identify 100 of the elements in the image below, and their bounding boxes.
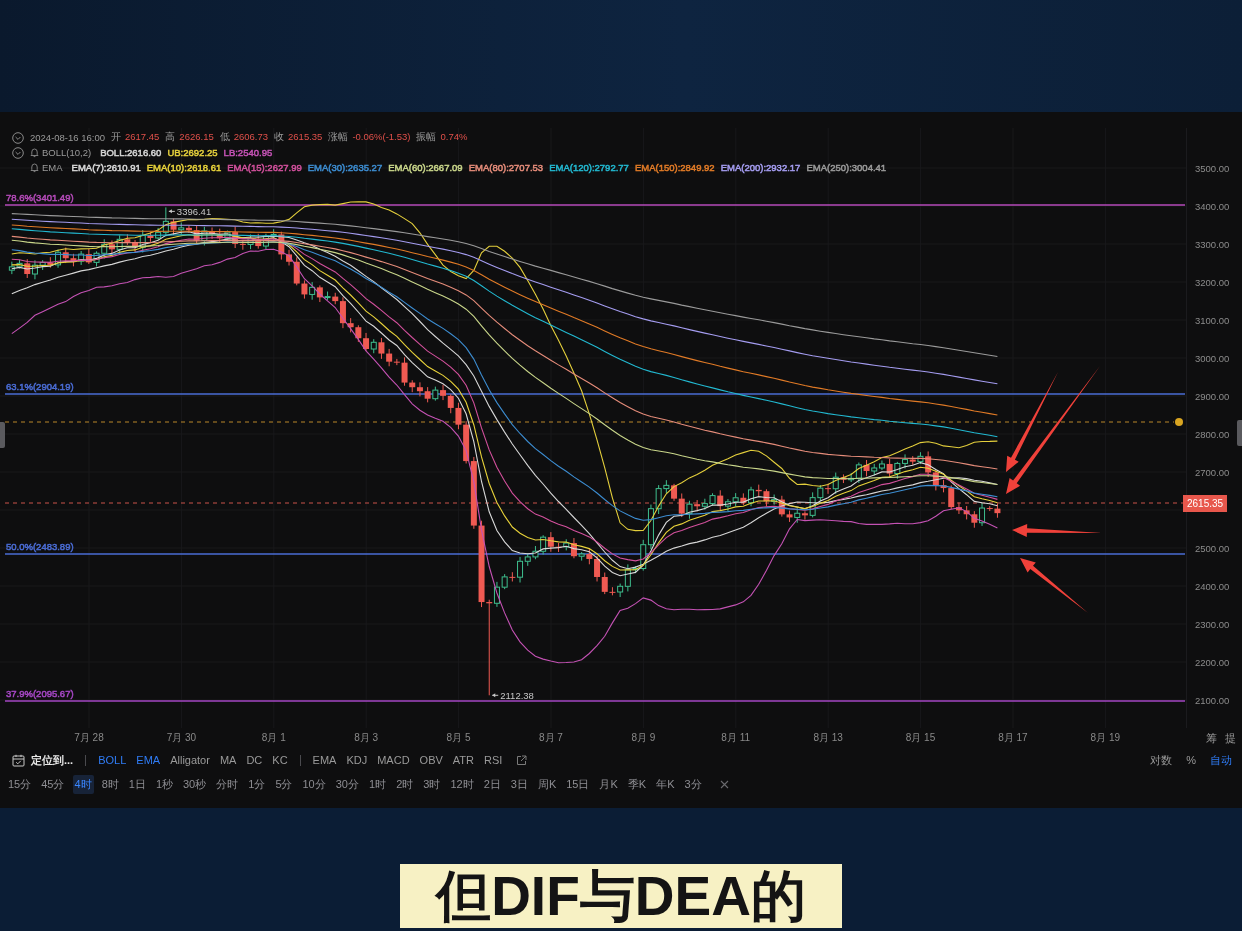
price-axis-label: 3200.00 bbox=[1194, 276, 1230, 288]
price-axis-label: 3500.00 bbox=[1194, 162, 1230, 174]
fibonacci-level-label: 50.0%(2483.89) bbox=[6, 541, 74, 552]
price-axis-label: 2300.00 bbox=[1194, 618, 1230, 630]
indicator-name: BOLL(10,2) bbox=[42, 147, 92, 158]
alert-marker-icon[interactable] bbox=[1175, 418, 1183, 426]
interval-tab[interactable]: 月K bbox=[597, 774, 620, 794]
indicator-tab[interactable]: ATR bbox=[452, 754, 474, 766]
interval-tab[interactable]: 1时 bbox=[367, 774, 389, 794]
quote-label: 低 bbox=[219, 131, 230, 144]
external-link-icon[interactable] bbox=[516, 754, 528, 766]
indicator-value: EMA(250):3004.41 bbox=[806, 162, 887, 173]
indicator-tab[interactable]: EMA bbox=[136, 754, 161, 766]
indicator-tab[interactable]: MACD bbox=[377, 754, 410, 766]
date-axis-label: 7月 30 bbox=[165, 731, 198, 745]
leader-arrow bbox=[491, 693, 499, 698]
interval-tab[interactable]: 年K bbox=[654, 774, 677, 794]
interval-tab[interactable]: 30分 bbox=[333, 774, 361, 794]
price-axis-label: 3000.00 bbox=[1194, 352, 1230, 364]
interval-tab[interactable]: 3分 bbox=[682, 774, 704, 794]
interval-tab[interactable]: 30秒 bbox=[181, 774, 209, 794]
interval-tab[interactable]: 10分 bbox=[300, 774, 328, 794]
indicator-value: EMA(60):2667.09 bbox=[388, 162, 463, 173]
indicator-value: LB:2540.95 bbox=[223, 147, 273, 158]
interval-tab[interactable]: 分时 bbox=[214, 774, 241, 794]
leader-arrow bbox=[168, 209, 176, 214]
bell-icon[interactable] bbox=[30, 162, 39, 173]
quote-value: 2606.73 bbox=[233, 131, 269, 144]
interval-tab[interactable]: 2时 bbox=[394, 774, 416, 794]
side-handle[interactable] bbox=[1237, 420, 1242, 446]
quote-label: 振幅 bbox=[416, 131, 437, 144]
date-axis-label: 8月 3 bbox=[353, 731, 380, 745]
indicator-tab[interactable]: MA bbox=[219, 754, 237, 766]
bell-icon[interactable] bbox=[30, 147, 39, 158]
fibonacci-level-label: 37.9%(2095.67) bbox=[6, 688, 74, 699]
interval-tab[interactable]: 15日 bbox=[564, 774, 592, 794]
calendar-icon bbox=[12, 753, 25, 767]
indicator-tab[interactable]: EMA bbox=[312, 754, 337, 766]
indicator-value: EMA(15):2627.99 bbox=[227, 162, 302, 173]
quote-label: 涨幅 bbox=[328, 131, 349, 144]
locate-button[interactable]: 定位到... bbox=[12, 752, 74, 768]
interval-tab[interactable]: 12时 bbox=[448, 774, 476, 794]
price-axis-label: 3100.00 bbox=[1194, 314, 1230, 326]
quote-label: 收 bbox=[274, 131, 285, 144]
date-axis-label: 8月 7 bbox=[538, 731, 564, 745]
date-axis-label: 8月 13 bbox=[812, 731, 844, 745]
quote-value: 2615.35 bbox=[288, 131, 323, 144]
last-price-tag: 2615.35 bbox=[1183, 494, 1228, 512]
interval-tab[interactable]: 8时 bbox=[99, 774, 121, 794]
interval-tab[interactable]: 1分 bbox=[246, 774, 268, 794]
side-handle[interactable] bbox=[0, 422, 5, 448]
close-icon[interactable] bbox=[719, 779, 729, 789]
price-axis-label: 2900.00 bbox=[1194, 390, 1230, 402]
indicator-tab[interactable]: KC bbox=[272, 754, 288, 766]
indicator-tab[interactable]: 对数 bbox=[1150, 752, 1173, 768]
indicator-tab[interactable]: 自动 bbox=[1210, 752, 1232, 768]
price-axis-label: 2400.00 bbox=[1194, 580, 1230, 592]
high-price-label: 3396.41 bbox=[176, 206, 212, 218]
interval-tab[interactable]: 季K bbox=[625, 774, 649, 794]
interval-tab[interactable]: 3时 bbox=[421, 774, 443, 794]
fibonacci-level-label: 78.6%(3401.49) bbox=[6, 192, 74, 203]
price-axis-label: 2200.00 bbox=[1194, 656, 1230, 668]
quote-value: 2626.15 bbox=[179, 131, 214, 144]
indicator-tab[interactable]: Alligator bbox=[170, 754, 210, 766]
price-axis-label: 3300.00 bbox=[1194, 238, 1230, 250]
date-axis-label: 8月 11 bbox=[720, 731, 752, 745]
chart-option-button[interactable]: 筹 bbox=[1206, 730, 1217, 746]
date-axis-label: 8月 19 bbox=[1089, 731, 1121, 745]
indicator-tab[interactable]: RSI bbox=[484, 754, 503, 766]
indicator-tab[interactable]: KDJ bbox=[346, 754, 368, 766]
date-axis-label: 8月 15 bbox=[904, 731, 937, 745]
indicator-tab[interactable]: BOLL bbox=[98, 754, 127, 766]
low-price-label: 2112.38 bbox=[500, 689, 534, 701]
quote-value: 0.74% bbox=[440, 131, 468, 144]
price-axis-label: 2100.00 bbox=[1194, 694, 1230, 706]
interval-tab[interactable]: 3日 bbox=[508, 774, 530, 794]
interval-tab[interactable]: 1日 bbox=[126, 774, 148, 794]
price-axis-label: 2700.00 bbox=[1194, 466, 1230, 478]
interval-tab[interactable]: 周K bbox=[535, 774, 559, 794]
chevron-circle-icon[interactable] bbox=[12, 146, 24, 159]
interval-tab[interactable]: 4时 bbox=[72, 774, 94, 794]
interval-tab[interactable]: 15分 bbox=[6, 774, 34, 794]
chevron-circle-icon[interactable] bbox=[12, 131, 24, 144]
subtitle: 但DIF与DEA的 bbox=[400, 864, 842, 928]
indicator-value: EMA(30):2635.27 bbox=[307, 162, 383, 173]
price-axis-label: 2500.00 bbox=[1194, 542, 1230, 554]
date-axis-label: 7月 28 bbox=[73, 731, 105, 745]
indicator-value: UB:2692.25 bbox=[167, 147, 218, 158]
date-axis-label: 8月 1 bbox=[260, 731, 287, 745]
indicator-tab[interactable]: % bbox=[1186, 752, 1196, 768]
interval-tab[interactable]: 1秒 bbox=[153, 774, 175, 794]
fibonacci-level-label: 63.1%(2904.19) bbox=[6, 381, 74, 392]
interval-tab[interactable]: 45分 bbox=[39, 774, 67, 794]
interval-tab[interactable]: 5分 bbox=[273, 774, 295, 794]
chart-option-button[interactable]: 提 bbox=[1225, 730, 1236, 746]
indicator-tab[interactable]: OBV bbox=[419, 754, 443, 766]
indicator-tab[interactable]: DC bbox=[246, 754, 263, 766]
interval-tab[interactable]: 2日 bbox=[481, 774, 503, 794]
candle-time: 2024-08-16 16:00 bbox=[30, 132, 105, 143]
indicator-value: EMA(10):2618.61 bbox=[146, 162, 222, 173]
